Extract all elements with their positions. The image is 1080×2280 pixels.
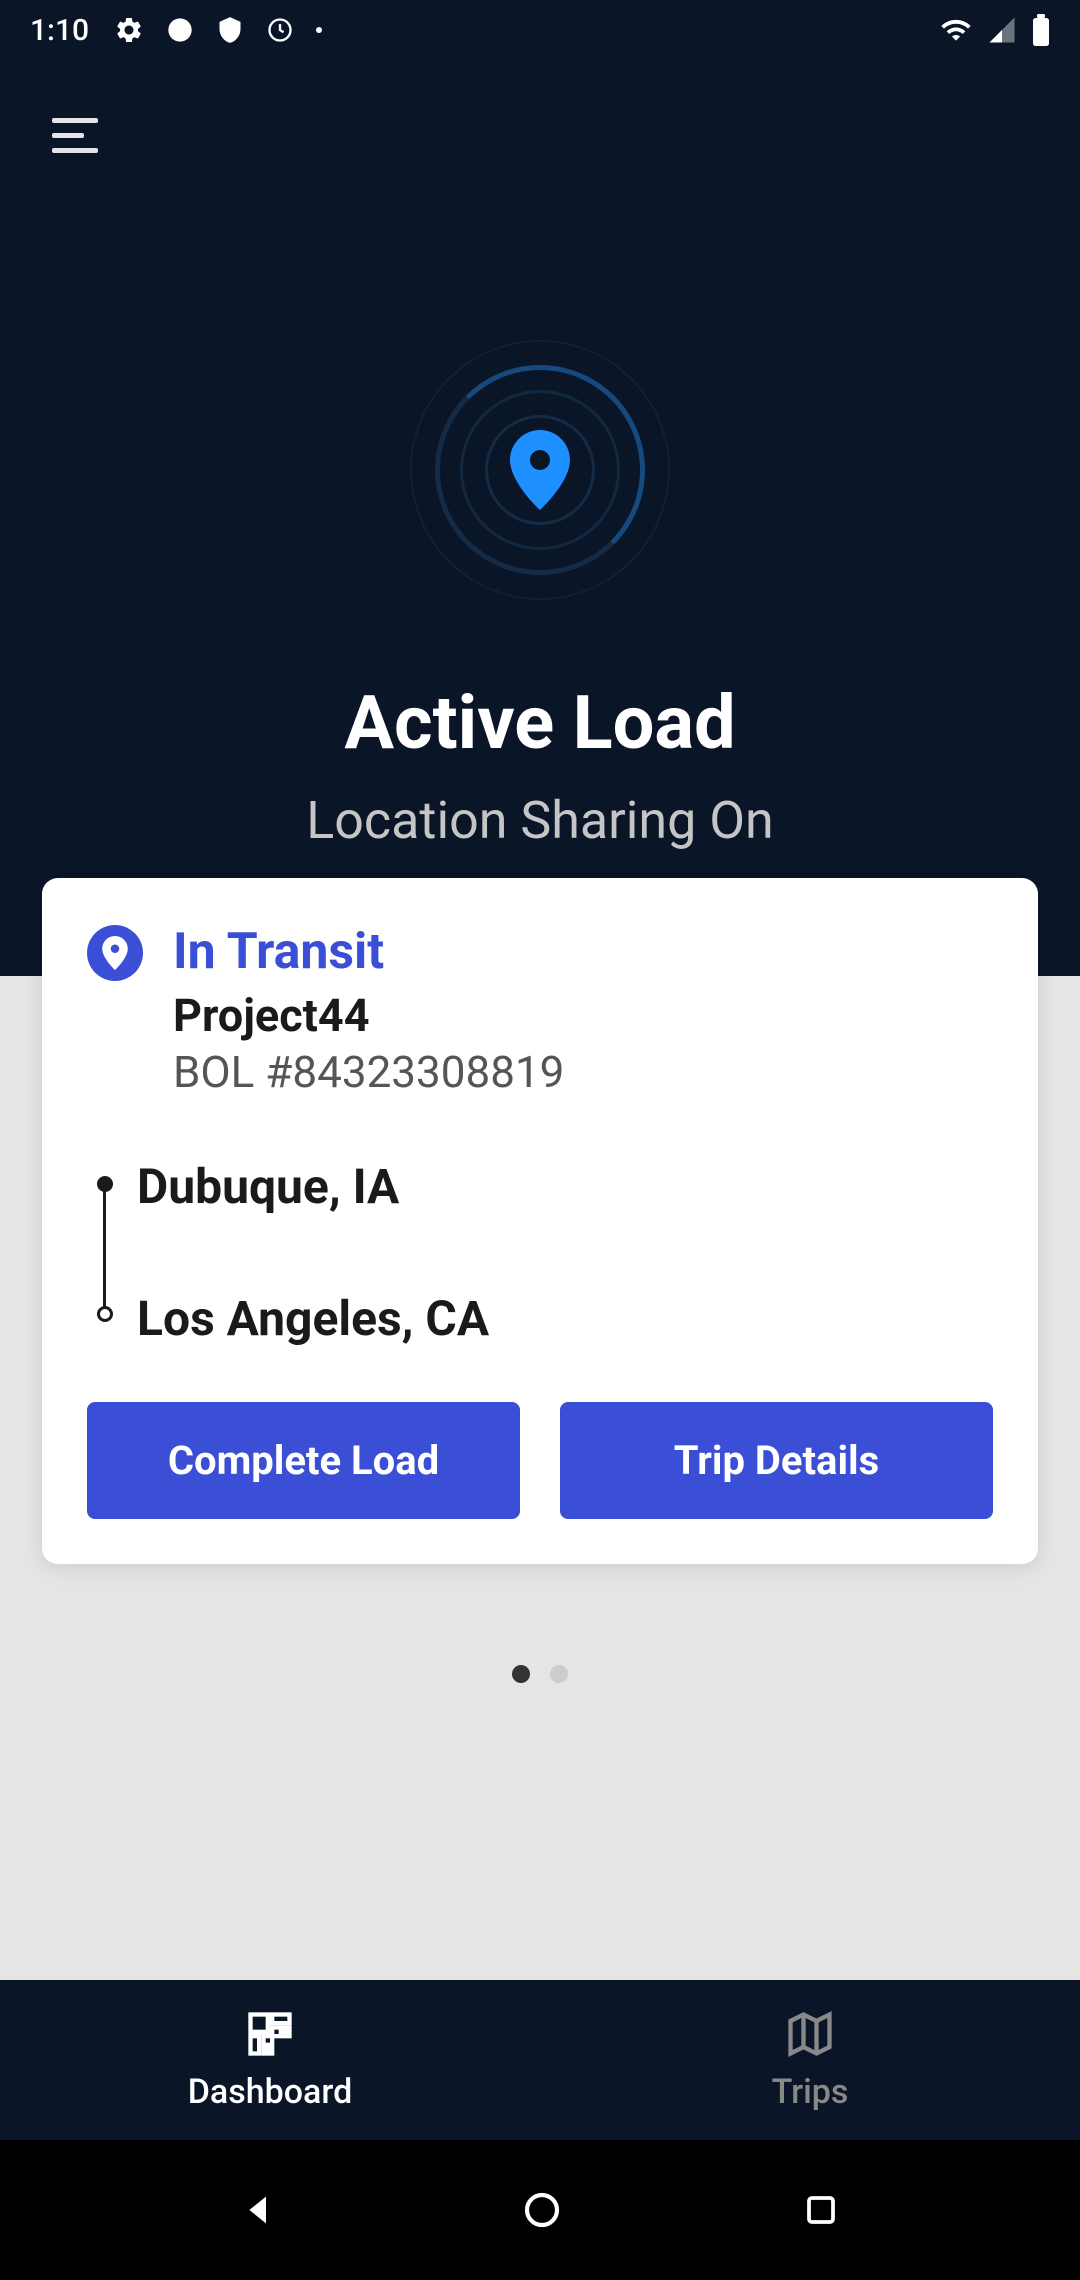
wifi-icon [940, 14, 972, 46]
pin-badge-icon [102, 936, 128, 970]
dot-icon [316, 27, 322, 33]
route-destination: Los Angeles, CA [137, 1290, 993, 1347]
trip-details-button[interactable]: Trip Details [560, 1402, 993, 1519]
card-header: In Transit Project44 BOL #84323308819 [87, 923, 993, 1098]
map-icon [784, 2008, 836, 2060]
refresh-icon [266, 16, 294, 44]
header-section: Active Load Location Sharing On [0, 60, 1080, 976]
page-subtitle: Location Sharing On [0, 790, 1080, 851]
card-header-text: In Transit Project44 BOL #84323308819 [173, 923, 993, 1098]
location-pin-icon [510, 430, 570, 510]
route-line-icon [103, 1180, 106, 1310]
dashboard-icon [244, 2008, 296, 2060]
hamburger-icon [52, 118, 98, 153]
page-dot-inactive[interactable] [550, 1665, 568, 1683]
complete-load-button[interactable]: Complete Load [87, 1402, 520, 1519]
route-section: Dubuque, IA Los Angeles, CA [87, 1158, 993, 1347]
nav-dashboard-label: Dashboard [188, 2072, 353, 2112]
button-row: Complete Load Trip Details [87, 1402, 993, 1519]
circle-icon [166, 16, 194, 44]
route-origin: Dubuque, IA [137, 1158, 993, 1215]
back-icon[interactable] [241, 2190, 281, 2230]
company-name: Project44 [173, 989, 993, 1042]
load-card: In Transit Project44 BOL #84323308819 Du… [42, 878, 1038, 1564]
bol-number: BOL #84323308819 [173, 1046, 993, 1098]
status-icons-left [114, 15, 322, 45]
shield-icon [216, 16, 244, 44]
location-graphic [410, 340, 670, 600]
page-title: Active Load [0, 680, 1080, 767]
status-time: 1:10 [30, 13, 89, 48]
bottom-nav: Dashboard Trips [0, 1980, 1080, 2140]
recent-apps-icon[interactable] [803, 2192, 839, 2228]
load-status: In Transit [173, 923, 993, 981]
nav-dashboard[interactable]: Dashboard [0, 1980, 540, 2140]
system-nav [0, 2140, 1080, 2280]
battery-icon [1032, 14, 1050, 46]
destination-dot-icon [97, 1306, 113, 1322]
pagination-dots [512, 1665, 568, 1683]
status-badge [87, 925, 143, 981]
status-bar-left: 1:10 [30, 13, 322, 48]
signal-icon [987, 15, 1017, 45]
gear-icon [114, 15, 144, 45]
page-dot-active[interactable] [512, 1665, 530, 1683]
nav-trips-label: Trips [772, 2072, 849, 2112]
menu-button[interactable] [40, 100, 110, 170]
nav-trips[interactable]: Trips [540, 1980, 1080, 2140]
status-bar-right [940, 14, 1050, 46]
home-icon[interactable] [522, 2190, 562, 2230]
status-bar: 1:10 [0, 0, 1080, 60]
